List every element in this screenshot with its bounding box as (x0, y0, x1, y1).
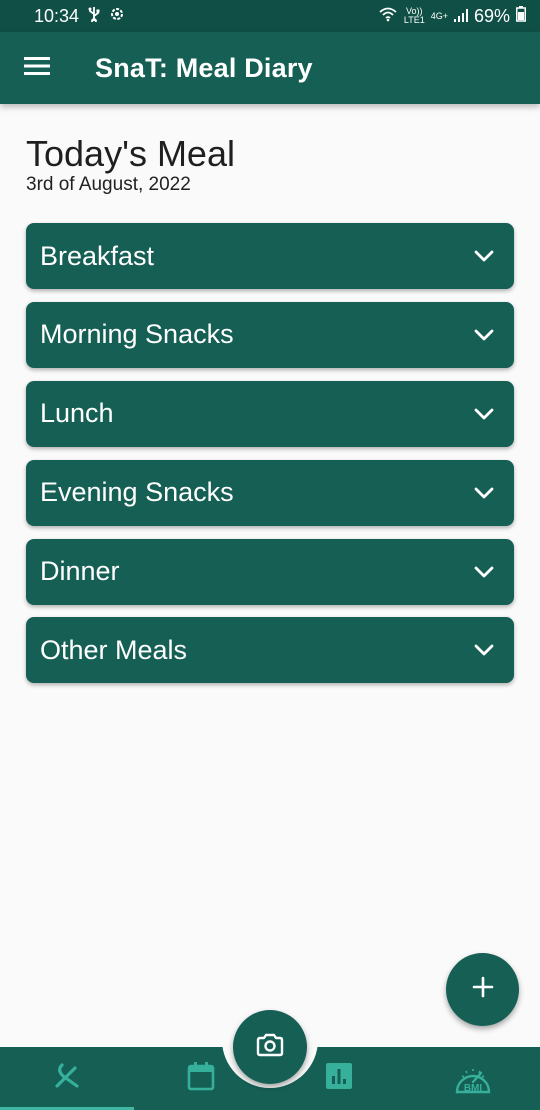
status-bar: 10:34 Vo)) LTE1 4G+ 69% (0, 0, 540, 32)
menu-button[interactable] (0, 32, 74, 104)
meal-card-lunch[interactable]: Lunch (26, 380, 514, 447)
add-meal-button[interactable] (446, 953, 519, 1026)
meal-card-other-meals[interactable]: Other Meals (26, 617, 514, 684)
meal-list: Breakfast Morning Snacks Lunch Evening S… (26, 223, 514, 696)
meal-label: Breakfast (40, 240, 155, 271)
lte-label: LTE1 (403, 15, 425, 25)
settings-icon (109, 6, 125, 27)
chevron-down-icon[interactable] (474, 408, 494, 420)
camera-icon (256, 1033, 284, 1062)
nav-item-bmi[interactable]: BMI (406, 1047, 540, 1110)
meal-card-dinner[interactable]: Dinner (26, 538, 514, 605)
meal-label: Lunch (40, 398, 114, 429)
bar-chart-icon (326, 1063, 352, 1094)
page-title: Today's Meal (26, 133, 235, 174)
meal-label: Dinner (40, 556, 120, 587)
bmi-label: BMI (463, 1082, 483, 1094)
chevron-down-icon[interactable] (474, 487, 494, 499)
meal-label: Evening Snacks (40, 477, 234, 508)
meal-card-evening-snacks[interactable]: Evening Snacks (26, 459, 514, 526)
usb-icon (87, 6, 101, 27)
signal-icon (453, 6, 468, 27)
fork-knife-icon (53, 1062, 81, 1095)
wifi-icon (378, 6, 398, 27)
app-bar: SnaT: Meal Diary (0, 32, 540, 104)
battery-percent: 69% (473, 5, 510, 26)
network-type-label: 4G+ (430, 10, 448, 21)
chevron-down-icon[interactable] (474, 250, 494, 262)
status-time: 10:34 (34, 5, 80, 26)
page-date: 3rd of August, 2022 (26, 174, 191, 195)
status-left: 10:34 (34, 6, 125, 27)
meal-label: Other Meals (40, 634, 188, 665)
volte-lte-group: Vo)) LTE1 (404, 7, 425, 25)
status-right: Vo)) LTE1 4G+ 69% (378, 5, 526, 27)
meal-card-morning-snacks[interactable]: Morning Snacks (26, 301, 514, 368)
nav-item-meals[interactable] (0, 1047, 134, 1110)
bmi-gauge-icon: BMI (454, 1062, 492, 1096)
calendar-icon (187, 1061, 215, 1096)
chevron-down-icon[interactable] (474, 566, 494, 578)
plus-icon (472, 976, 494, 1003)
battery-icon (516, 5, 526, 27)
meal-label: Morning Snacks (40, 319, 234, 350)
app-title: SnaT: Meal Diary (95, 52, 313, 83)
hamburger-menu-icon (24, 56, 50, 81)
meal-card-breakfast[interactable]: Breakfast (26, 223, 514, 289)
chevron-down-icon[interactable] (474, 644, 494, 656)
camera-button[interactable] (233, 1010, 307, 1084)
chevron-down-icon[interactable] (474, 329, 494, 341)
